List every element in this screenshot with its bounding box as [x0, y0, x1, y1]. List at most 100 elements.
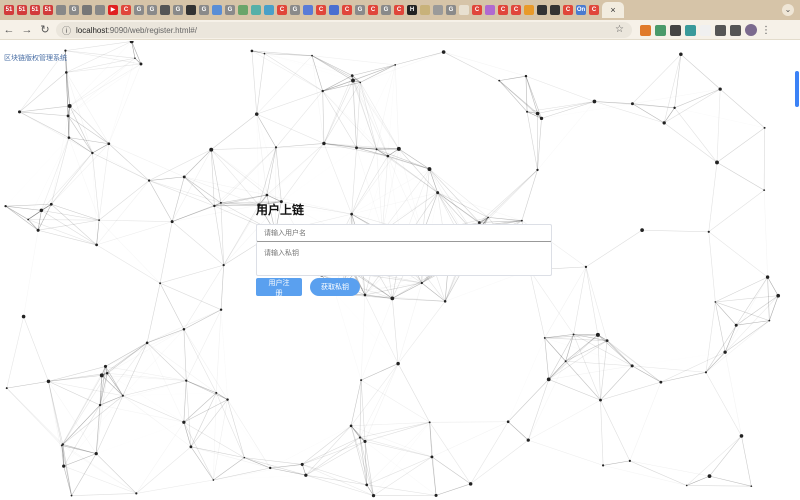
browser-tab-favicon[interactable] [238, 5, 248, 15]
browser-tab-favicon[interactable]: C [498, 5, 508, 15]
network-node [21, 314, 26, 319]
network-link [109, 58, 135, 144]
browser-tab-favicon[interactable] [537, 5, 547, 15]
network-node [765, 275, 770, 279]
browser-tab-favicon[interactable]: H [407, 5, 417, 15]
privatekey-input[interactable] [256, 242, 552, 276]
browser-tab-favicon[interactable]: C [589, 5, 599, 15]
browser-menu-icon[interactable]: ⋮ [761, 25, 771, 36]
browser-tab-favicon[interactable] [459, 5, 469, 15]
network-link [716, 89, 721, 163]
extension-icon[interactable] [685, 24, 696, 36]
extension-icon[interactable] [655, 24, 666, 36]
scrollbar[interactable] [795, 71, 799, 107]
network-link [211, 149, 260, 206]
network-link [92, 152, 100, 221]
forward-icon[interactable]: → [18, 24, 36, 36]
network-node [65, 71, 68, 74]
browser-tab-favicon[interactable]: ▶ [108, 5, 118, 15]
network-link [708, 189, 765, 233]
network-link [585, 229, 643, 268]
reload-icon[interactable]: ↻ [36, 23, 54, 36]
get-key-button[interactable]: 获取私钥 [310, 278, 360, 296]
network-link [183, 329, 187, 381]
browser-tab-favicon[interactable] [186, 5, 196, 15]
browser-tab-favicon[interactable]: C [277, 5, 287, 15]
browser-tab-favicon[interactable] [56, 5, 66, 15]
browser-tab-favicon[interactable]: G [225, 5, 235, 15]
site-info-icon[interactable]: ⓘ [62, 24, 76, 37]
network-node [546, 377, 551, 382]
username-input[interactable] [256, 224, 552, 242]
network-link [716, 162, 765, 191]
browser-tab-favicon[interactable]: G [147, 5, 157, 15]
browser-tab-favicon[interactable] [420, 5, 430, 15]
browser-tab-favicon[interactable]: 51 [17, 5, 27, 15]
browser-tab-favicon[interactable]: G [446, 5, 456, 15]
page-title: 用户上链 [256, 203, 305, 217]
browser-tab-favicon[interactable]: G [355, 5, 365, 15]
browser-tab-favicon[interactable]: 51 [4, 5, 14, 15]
browser-tab-favicon[interactable]: C [121, 5, 131, 15]
browser-tab-favicon[interactable]: G [134, 5, 144, 15]
browser-tab-favicon[interactable] [251, 5, 261, 15]
browser-tab-favicon[interactable] [212, 5, 222, 15]
network-link [67, 115, 109, 145]
browser-tab-favicon[interactable]: G [69, 5, 79, 15]
extension-icon[interactable] [730, 24, 741, 36]
browser-tab-favicon[interactable] [524, 5, 534, 15]
network-link [23, 230, 39, 317]
network-link [302, 464, 367, 486]
network-link [674, 88, 721, 109]
browser-tab-favicon[interactable]: C [368, 5, 378, 15]
network-link [171, 176, 185, 222]
browser-tab-favicon[interactable]: C [472, 5, 482, 15]
network-node [750, 485, 753, 488]
browser-tab-favicon[interactable] [95, 5, 105, 15]
network-node [359, 81, 362, 84]
network-link [69, 63, 142, 107]
extension-icon[interactable] [670, 24, 681, 36]
network-node [159, 282, 162, 285]
back-icon[interactable]: ← [0, 24, 18, 36]
address-bar[interactable]: ⓘ localhost:9090/web/register.html#/ ☆ [56, 22, 632, 38]
browser-tab-favicon[interactable]: G [199, 5, 209, 15]
network-node [219, 201, 222, 204]
browser-tab-favicon[interactable] [82, 5, 92, 15]
profile-avatar[interactable] [745, 24, 757, 36]
browser-tab-favicon[interactable]: C [316, 5, 326, 15]
browser-tab-favicon[interactable]: C [394, 5, 404, 15]
register-button[interactable]: 用户注册 [256, 278, 302, 297]
active-tab-close-icon[interactable]: × [602, 2, 624, 18]
browser-tab-favicon[interactable]: On [576, 5, 586, 15]
network-link [71, 493, 137, 496]
browser-tab-favicon[interactable]: C [342, 5, 352, 15]
network-link [68, 64, 141, 116]
browser-tab-favicon[interactable]: G [381, 5, 391, 15]
browser-tab-favicon[interactable]: G [173, 5, 183, 15]
network-link [122, 342, 148, 396]
tab-strip: 51 51 51 51 G ▶ C G G G G G C G C C G C G C H G C C C C On C × [0, 0, 800, 20]
browser-tab-favicon[interactable] [329, 5, 339, 15]
network-link [525, 76, 538, 114]
browser-tab-favicon[interactable]: 51 [30, 5, 40, 15]
browser-tab-favicon[interactable] [160, 5, 170, 15]
tab-search-icon[interactable]: ⌄ [782, 4, 794, 16]
extension-icon[interactable] [700, 24, 711, 36]
browser-tab-favicon[interactable] [485, 5, 495, 15]
network-link [429, 422, 471, 484]
network-link [221, 310, 227, 400]
browser-tab-favicon[interactable]: 51 [43, 5, 53, 15]
browser-tab-favicon[interactable] [303, 5, 313, 15]
browser-tab-favicon[interactable] [550, 5, 560, 15]
bookmark-star-icon[interactable]: ☆ [615, 24, 624, 35]
browser-tab-favicon[interactable]: G [290, 5, 300, 15]
network-node [535, 111, 540, 116]
extension-icon[interactable] [715, 24, 726, 36]
browser-tab-favicon[interactable] [264, 5, 274, 15]
browser-tab-favicon[interactable]: C [511, 5, 521, 15]
browser-tab-favicon[interactable]: C [563, 5, 573, 15]
extension-icon[interactable] [640, 24, 651, 36]
browser-tab-favicon[interactable] [433, 5, 443, 15]
network-node [443, 300, 447, 303]
